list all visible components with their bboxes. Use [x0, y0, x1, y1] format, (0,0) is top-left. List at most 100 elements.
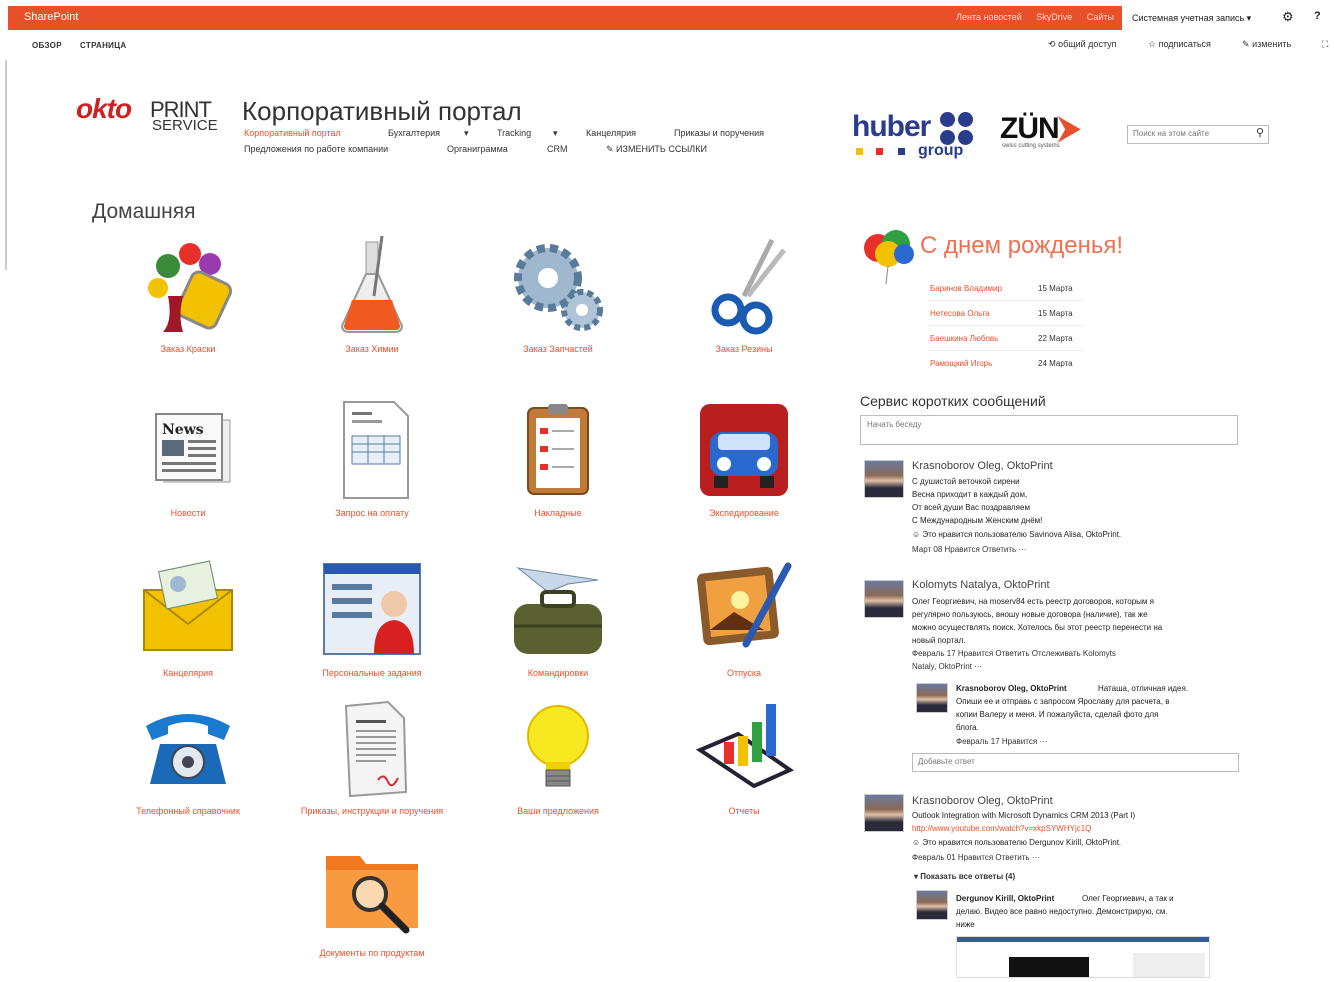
microblog-title: Сервис коротких сообщений — [860, 393, 1046, 409]
tile-label: Новости — [170, 508, 206, 518]
nav-item-crm[interactable]: CRM — [547, 144, 568, 154]
site-title[interactable]: Корпоративный портал — [242, 96, 522, 127]
oktoprint-logo[interactable]: okto PRINT SERVICE — [76, 93, 226, 137]
post-actions[interactable]: Февраль 17 Нравится Ответить Отслеживать… — [912, 649, 1116, 658]
tile-reports[interactable]: Отчеты — [664, 700, 824, 840]
birthday-date: 15 Марта — [1038, 309, 1073, 318]
tile-business-trips[interactable]: Командировки — [478, 560, 638, 700]
chevron-down-icon[interactable]: ▾ — [553, 128, 558, 139]
edit-button[interactable]: ✎ изменить — [1242, 39, 1291, 50]
post-actions[interactable]: Февраль 01 Нравится Ответить ··· — [912, 853, 1040, 862]
huber-dots-icon — [940, 112, 974, 146]
suite-link-sites[interactable]: Сайты — [1087, 12, 1114, 22]
zund-logo: ZÜN⮞ swiss cutting systems — [1000, 112, 1081, 149]
suite-link-newsfeed[interactable]: Лента новостей — [956, 12, 1022, 22]
logo-service: SERVICE — [152, 117, 218, 134]
search-box[interactable]: Поиск на этом сайте ⚲ — [1127, 125, 1269, 144]
scissors-icon — [711, 238, 786, 335]
start-conversation-input[interactable]: Начать беседу — [860, 415, 1238, 445]
tile-label: Телефонный справочник — [136, 806, 240, 816]
divider — [928, 325, 1084, 326]
post-author[interactable]: Kolomyts Natalya, OktoPrint — [912, 579, 1050, 591]
tile-news[interactable]: News Новости — [108, 400, 268, 540]
post-author[interactable]: Krasnoborov Oleg, OktoPrint — [912, 795, 1053, 807]
tile-product-docs[interactable]: Документы по продуктам — [292, 842, 452, 982]
search-input[interactable]: Поиск на этом сайте — [1133, 129, 1209, 138]
birthday-name[interactable]: Рамощкий Игорь — [930, 359, 992, 368]
post-link[interactable]: http://www.youtube.com/watch?v=xkpSYWHYj… — [912, 824, 1091, 833]
nav-item-tracking[interactable]: Tracking — [497, 128, 531, 138]
post-author[interactable]: Dergunov Kirill, OktoPrint — [956, 894, 1054, 903]
tile-personal-tasks[interactable]: Персональные задания — [292, 560, 452, 700]
post-text: Outlook Integration with Microsoft Dynam… — [912, 811, 1136, 820]
tile-your-suggestions[interactable]: Ваши предложения — [478, 700, 638, 840]
gears-icon — [514, 244, 603, 331]
post-actions[interactable]: Nataly, OktoPrint ··· — [912, 662, 982, 671]
post-author[interactable]: Krasnoborov Oleg, OktoPrint — [912, 460, 1053, 472]
birthday-name[interactable]: Баешкина Любовь — [930, 334, 998, 343]
post-actions[interactable]: Март 08 Нравится Ответить ··· — [912, 545, 1026, 554]
post-text: Олег Георгиевич, на moserv84 есть реестр… — [912, 597, 1154, 606]
birthday-name[interactable]: Нетесова Ольга — [930, 309, 990, 318]
bar-chart-icon — [695, 704, 794, 789]
avatar[interactable] — [916, 890, 948, 920]
avatar[interactable] — [864, 460, 904, 498]
tile-payment-request[interactable]: Запрос на оплату — [292, 400, 452, 540]
tile-phone-directory[interactable]: Телефонный справочник — [108, 700, 268, 840]
zund-tagline: swiss cutting systems — [1002, 143, 1060, 149]
nav-item-accounting[interactable]: Бухгалтерия — [388, 128, 440, 138]
truck-icon — [700, 404, 788, 496]
tile-vacations[interactable]: Отпуска — [664, 560, 824, 700]
avatar[interactable] — [864, 794, 904, 832]
tile-waybills[interactable]: Накладные — [478, 400, 638, 540]
post-likes: ☺ Это нравится пользователю Savinova Ali… — [912, 530, 1122, 539]
zund-arrow-icon: ⮞ — [1058, 112, 1081, 145]
birthday-name[interactable]: Баринов Владимир — [930, 284, 1002, 293]
search-icon[interactable]: ⚲ — [1256, 126, 1264, 139]
tile-label: Экспедирование — [709, 508, 779, 518]
edit-links-button[interactable]: ✎ ИЗМЕНИТЬ ССЫЛКИ — [606, 144, 707, 155]
show-all-replies-link[interactable]: ▾ Показать все ответы (4) — [914, 872, 1015, 881]
pencil-icon: ✎ — [1242, 39, 1250, 49]
nav-item-office[interactable]: Канцелярия — [586, 128, 636, 138]
follow-button[interactable]: ☆ подписаться — [1148, 39, 1211, 50]
reply-input[interactable]: Добавьте ответ — [912, 753, 1239, 772]
post-author[interactable]: Krasnoborov Oleg, OktoPrint — [956, 684, 1067, 693]
tile-paint-order[interactable]: Заказ Краски — [108, 236, 268, 376]
share-button[interactable]: ⟲ общий доступ — [1048, 39, 1117, 50]
post-text: регулярно пользуюсь, вношу новые договор… — [912, 610, 1148, 619]
help-icon[interactable]: ? — [1314, 10, 1321, 22]
sharepoint-brand[interactable]: SharePoint — [24, 11, 78, 23]
attached-screenshot[interactable] — [956, 936, 1210, 978]
nav-item-portal[interactable]: Корпоративный портал — [244, 128, 341, 138]
nav-item-orders[interactable]: Приказы и поручения — [674, 128, 764, 138]
suite-bar: SharePoint Лента новостей SkyDrive Сайты… — [8, 6, 1334, 30]
birthday-date: 24 Марта — [1038, 359, 1073, 368]
gear-icon[interactable]: ⚙ — [1282, 9, 1294, 25]
paint-bucket-icon — [148, 243, 233, 332]
chevron-down-icon[interactable]: ▾ — [464, 128, 469, 139]
tile-stationery[interactable]: Канцелярия — [108, 560, 268, 700]
avatar[interactable] — [864, 580, 904, 618]
birthday-date: 22 Марта — [1038, 334, 1073, 343]
tab-page[interactable]: СТРАНИЦА — [80, 41, 126, 50]
tile-rubber-order[interactable]: Заказ Резины — [664, 236, 824, 376]
post-actions[interactable]: Февраль 17 Нравится ··· — [956, 737, 1047, 746]
tab-browse[interactable]: ОБЗОР — [32, 41, 62, 50]
focus-icon[interactable]: ⛶ — [1322, 39, 1328, 50]
tile-label: Отпуска — [726, 668, 762, 678]
nav-item-proposals[interactable]: Предложения по работе компании — [244, 144, 388, 154]
tile-orders-instructions[interactable]: Приказы, инструкции и поручения — [292, 700, 452, 840]
huber-group-text: group — [918, 142, 964, 159]
tile-chemicals-order[interactable]: Заказ Химии — [292, 236, 452, 376]
nav-item-orgchart[interactable]: Органиграмма — [447, 144, 508, 154]
tile-label: Персональные задания — [322, 668, 422, 678]
avatar[interactable] — [916, 683, 948, 713]
post-text: копии Валеру и меня. И пожалуйста, сдела… — [956, 710, 1159, 719]
tile-forwarding[interactable]: Экспедирование — [664, 400, 824, 540]
tile-parts-order[interactable]: Заказ Запчастей — [478, 236, 638, 376]
tile-label: Ваши предложения — [517, 806, 599, 816]
account-menu[interactable]: Системная учетная запись ▾ — [1132, 13, 1251, 24]
post-text: ниже — [956, 920, 975, 929]
suite-link-skydrive[interactable]: SkyDrive — [1036, 12, 1072, 22]
